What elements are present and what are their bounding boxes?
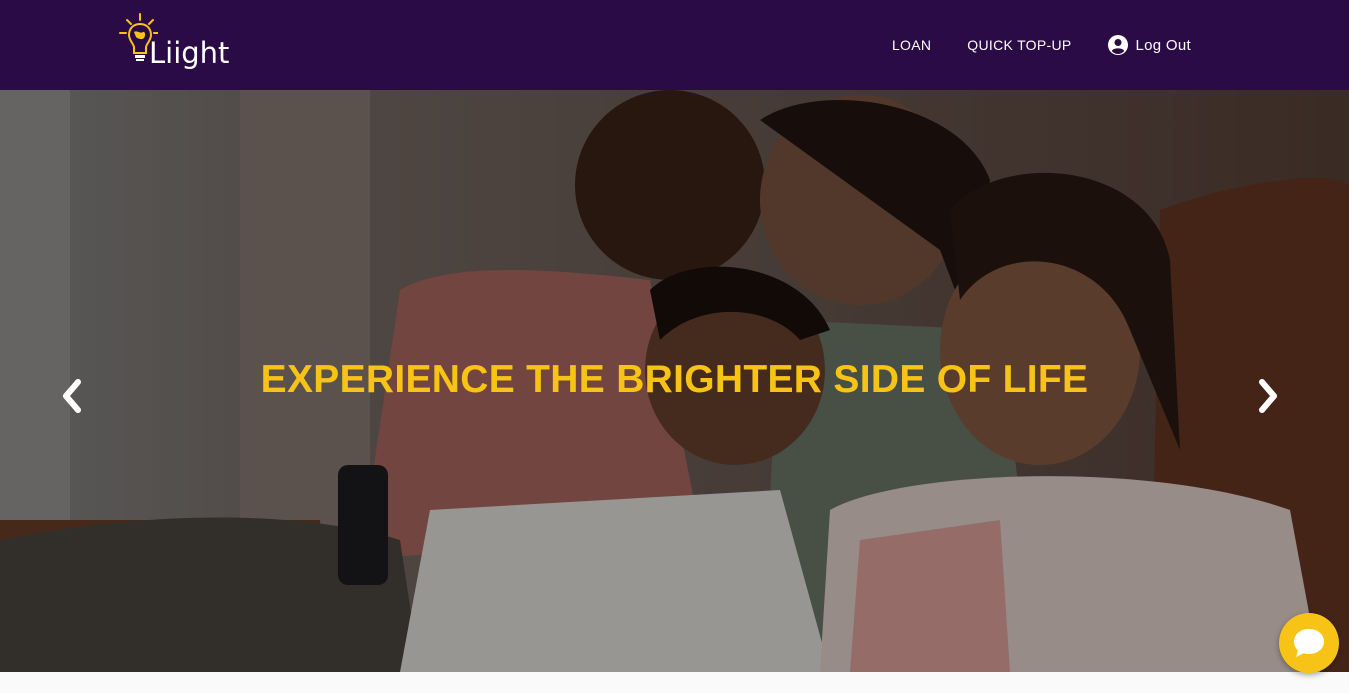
logout-link[interactable]: Log Out: [1107, 35, 1191, 55]
chat-bubble-icon: [1294, 629, 1324, 657]
nav-loan-link[interactable]: LOAN: [892, 37, 931, 53]
chevron-right-icon: [1259, 379, 1277, 413]
brand-logo[interactable]: Liight: [118, 12, 230, 78]
nav-quick-top-up-link[interactable]: QUICK TOP-UP: [967, 37, 1071, 53]
carousel-next-button[interactable]: [1254, 378, 1284, 414]
page-content-start: [0, 672, 1349, 693]
brand-name: Liight: [149, 36, 230, 70]
hero-carousel: EXPERIENCE THE BRIGHTER SIDE OF LIFE: [0, 90, 1349, 672]
carousel-prev-button[interactable]: [56, 378, 86, 414]
chat-widget-button[interactable]: [1279, 613, 1339, 673]
hero-title: EXPERIENCE THE BRIGHTER SIDE OF LIFE: [260, 358, 1089, 401]
chevron-left-icon: [63, 379, 81, 413]
logout-label: Log Out: [1135, 36, 1191, 54]
user-circle-icon: [1107, 35, 1128, 55]
top-navbar: Liight LOAN QUICK TOP-UP Log Out: [0, 0, 1349, 90]
main-nav: LOAN QUICK TOP-UP Log Out: [856, 0, 1191, 90]
